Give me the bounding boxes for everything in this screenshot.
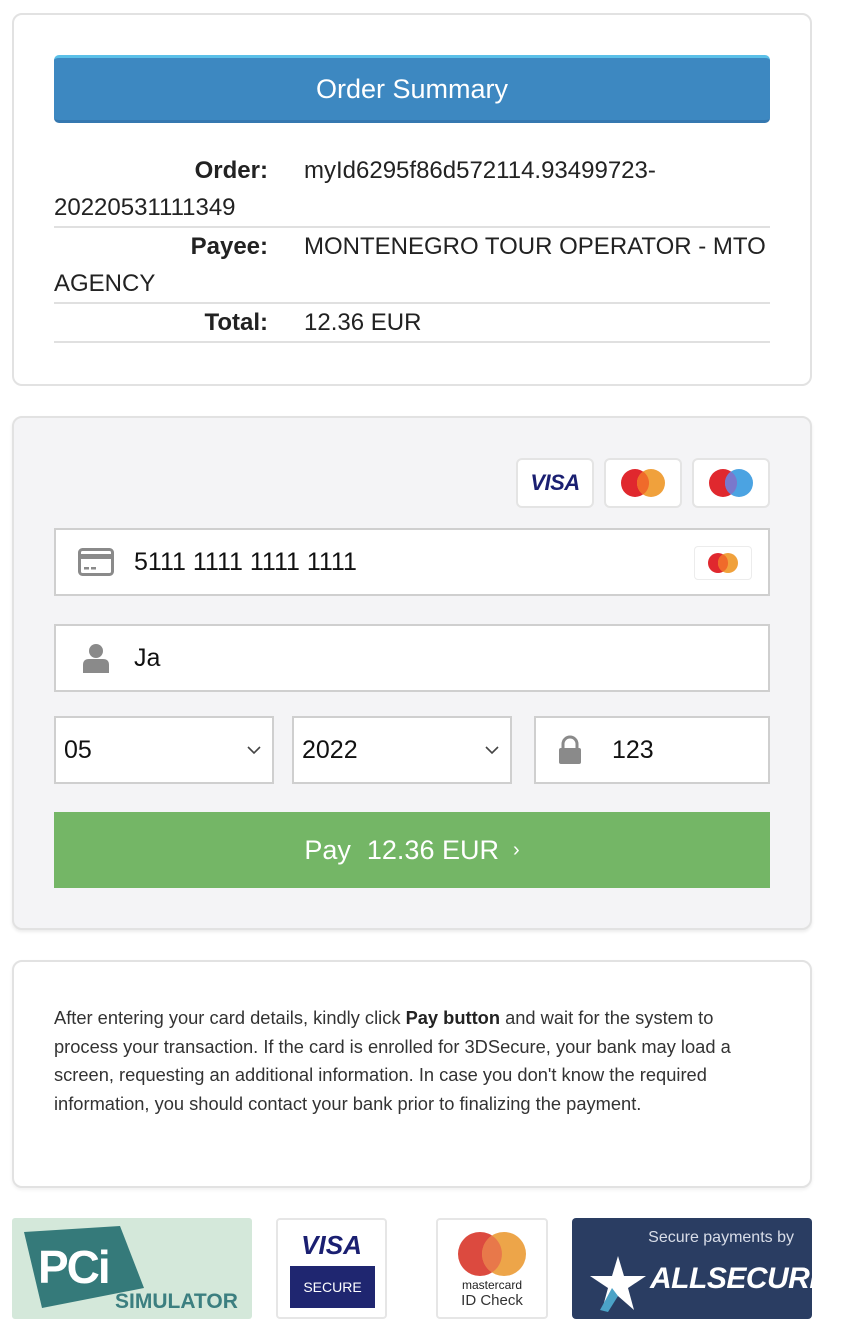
pci-logo-text: PCi	[38, 1241, 111, 1293]
order-summary-title: Order Summary	[54, 55, 770, 123]
total-label: Total:	[204, 309, 268, 336]
cvv-value: 123	[612, 735, 654, 764]
id-check-caption: ID Check	[461, 1292, 523, 1309]
visa-logo: VISA	[516, 458, 594, 508]
user-icon	[76, 643, 116, 673]
total-row: Total: 12.36 EUR	[54, 304, 770, 343]
allsecure-badge: Secure payments by ALLSECURE	[572, 1218, 829, 1319]
security-badges: PCi SIMULATOR VISA SECURE mastercard ID …	[0, 1218, 844, 1319]
maestro-logo	[692, 458, 770, 508]
payee-label: Payee:	[190, 233, 268, 260]
payee-row: Payee: MONTENEGRO TOUR OPERATOR - MTO AGE…	[54, 228, 770, 304]
cardholder-name-value: Ja	[134, 643, 161, 672]
expiry-month-select[interactable]: 05	[54, 716, 274, 784]
pay-button-label: Pay	[304, 834, 351, 865]
pci-simulator-badge: PCi SIMULATOR	[12, 1218, 252, 1319]
instructions-text-1: After entering your card details, kindly…	[54, 1007, 406, 1028]
pci-caption: SIMULATOR	[115, 1290, 238, 1313]
mastercard-id-check-badge: mastercard ID Check	[436, 1218, 548, 1319]
allsecure-wordmark: ALLSECURE	[650, 1262, 829, 1295]
mastercard-logo	[604, 458, 682, 508]
credit-card-icon	[76, 548, 116, 576]
maestro-icon	[709, 469, 753, 497]
star-icon	[590, 1256, 646, 1312]
card-number-input[interactable]: 5111 1111 1111 1111	[54, 528, 770, 596]
order-summary-card: Order Summary Order: myId6295f86d572114.9…	[12, 13, 812, 386]
visa-secure-caption: SECURE	[290, 1266, 375, 1308]
expiry-year-select[interactable]: 2022	[292, 716, 512, 784]
pay-button-amount: 12.36 EUR	[366, 834, 499, 865]
visa-secure-badge: VISA SECURE	[276, 1218, 387, 1319]
detected-card-brand	[694, 546, 752, 580]
visa-logo-text: VISA	[530, 470, 580, 495]
cardholder-name-input[interactable]: Ja	[54, 624, 770, 692]
cvv-input[interactable]: 123	[534, 716, 770, 784]
mastercard-wordmark: mastercard	[461, 1278, 523, 1292]
order-row: Order: myId6295f86d572114.93499723-202205…	[54, 152, 770, 228]
visa-secure-brand: VISA	[301, 1230, 362, 1260]
info-card: After entering your card details, kindly…	[12, 960, 812, 1188]
payment-form-card: VISA 5111 1111 1111 1111 Ja 05 2022 123 …	[12, 416, 812, 930]
instructions-bold: Pay button	[405, 1007, 501, 1028]
lock-icon	[550, 735, 590, 765]
pay-button[interactable]: Pay 12.36 EUR ›	[54, 812, 770, 888]
order-label: Order:	[194, 157, 268, 184]
order-summary-table: Order: myId6295f86d572114.93499723-202205…	[54, 152, 770, 343]
total-value: 12.36 EUR	[304, 309, 422, 336]
card-number-value: 5111 1111 1111 1111	[134, 547, 357, 576]
chevron-down-icon	[247, 746, 261, 755]
mastercard-icon	[708, 553, 738, 573]
accepted-card-brands: VISA	[516, 458, 770, 508]
chevron-right-icon: ›	[512, 838, 520, 861]
chevron-down-icon	[485, 746, 499, 755]
expiry-year-value: 2022	[302, 735, 358, 764]
mastercard-icon	[621, 469, 665, 497]
payment-instructions: After entering your card details, kindly…	[54, 1004, 774, 1118]
mastercard-icon	[458, 1232, 526, 1276]
expiry-month-value: 05	[64, 735, 92, 764]
allsecure-tagline: Secure payments by	[648, 1229, 794, 1246]
